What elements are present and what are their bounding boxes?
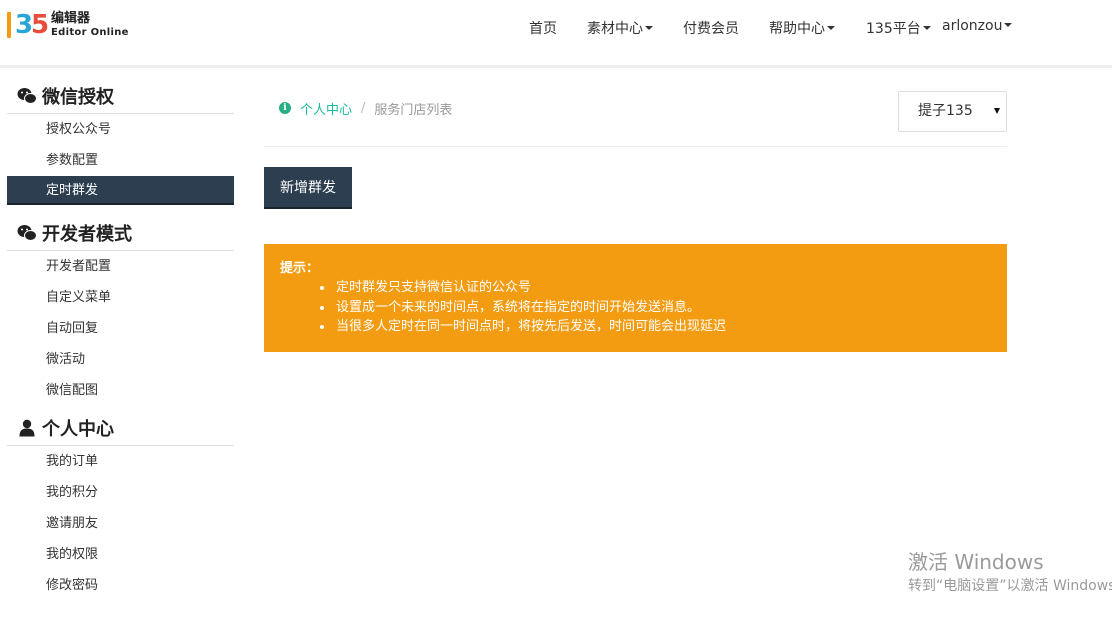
- sidebar-group-personal-center: 个人中心: [7, 410, 234, 446]
- sidebar: 微信授权 授权公众号 参数配置 定时群发 开发者模式 开发者配置 自定义菜单 自…: [7, 78, 234, 601]
- nav-home[interactable]: 首页: [529, 18, 557, 38]
- logo-subtitle: Editor Online: [51, 27, 129, 38]
- sidebar-item-invite-friends[interactable]: 邀请朋友: [7, 508, 234, 539]
- tip-item: 定时群发只支持微信认证的公众号: [320, 278, 991, 298]
- breadcrumb-link-personal-center[interactable]: 个人中心: [300, 99, 352, 118]
- sidebar-item-developer-config[interactable]: 开发者配置: [7, 251, 234, 282]
- breadcrumb-separator: /: [361, 100, 366, 116]
- nav-user-dropdown[interactable]: arlonzou: [942, 18, 1013, 38]
- sidebar-item-auto-reply[interactable]: 自动回复: [7, 313, 234, 344]
- sidebar-item-my-points[interactable]: 我的积分: [7, 477, 234, 508]
- sidebar-item-micro-activity[interactable]: 微活动: [7, 344, 234, 375]
- nav-platform-dropdown[interactable]: 135平台: [866, 18, 931, 38]
- divider: [264, 146, 1007, 147]
- info-icon: i: [279, 102, 291, 114]
- wechat-icon: [17, 86, 37, 106]
- sidebar-item-custom-menu[interactable]: 自定义菜单: [7, 282, 234, 313]
- caret-down-icon: [645, 26, 653, 30]
- sidebar-item-scheduled-mass-send[interactable]: 定时群发: [7, 176, 234, 205]
- sidebar-item-my-permissions[interactable]: 我的权限: [7, 539, 234, 570]
- windows-activation-watermark: 激活 Windows 转到“电脑设置”以激活 Windows。: [908, 549, 1112, 596]
- tip-alert: 提示： 定时群发只支持微信认证的公众号 设置成一个未来的时间点，系统将在指定的时…: [264, 244, 1007, 352]
- caret-down-icon: [922, 26, 931, 30]
- sidebar-item-change-password[interactable]: 修改密码: [7, 570, 234, 601]
- caret-down-icon: [994, 108, 1000, 114]
- breadcrumb-current: 服务门店列表: [374, 102, 453, 118]
- sidebar-group-wechat-auth: 微信授权: [7, 78, 234, 114]
- top-navbar: 35 编辑器 Editor Online 首页 素材中心 付费会员 帮助中心 1…: [0, 0, 1112, 68]
- tip-list: 定时群发只支持微信认证的公众号 设置成一个未来的时间点，系统将在指定的时间开始发…: [320, 278, 991, 337]
- sidebar-item-authorize-account[interactable]: 授权公众号: [7, 114, 234, 145]
- caret-down-icon: [1004, 23, 1013, 27]
- caret-down-icon: [827, 26, 835, 30]
- watermark-subtitle: 转到“电脑设置”以激活 Windows。: [908, 578, 1112, 594]
- tip-title: 提示：: [280, 261, 320, 276]
- tip-item: 当很多人定时在同一时间点时，将按先后发送，时间可能会出现延迟: [320, 317, 991, 337]
- sidebar-group-developer-mode: 开发者模式: [7, 215, 234, 251]
- sidebar-item-parameter-config[interactable]: 参数配置: [7, 145, 234, 176]
- sidebar-item-wechat-images[interactable]: 微信配图: [7, 375, 234, 406]
- logo[interactable]: 35 编辑器 Editor Online: [6, 9, 129, 41]
- user-icon: [17, 418, 37, 438]
- nav-vip[interactable]: 付费会员: [683, 18, 739, 38]
- account-select[interactable]: 提子135: [898, 91, 1007, 132]
- tip-item: 设置成一个未来的时间点，系统将在指定的时间开始发送消息。: [320, 298, 991, 318]
- logo-mark-icon: 35: [6, 9, 49, 41]
- account-select-value: 提子135: [918, 103, 973, 119]
- watermark-title: 激活 Windows: [908, 550, 1044, 574]
- wechat-icon: [17, 223, 37, 243]
- add-mass-send-button[interactable]: 新增群发: [264, 167, 352, 209]
- nav-materials-dropdown[interactable]: 素材中心: [587, 18, 653, 38]
- sidebar-item-my-orders[interactable]: 我的订单: [7, 446, 234, 477]
- breadcrumb: i 个人中心 / 服务门店列表: [279, 98, 452, 118]
- logo-title: 编辑器: [51, 11, 91, 26]
- nav-help-dropdown[interactable]: 帮助中心: [769, 18, 835, 38]
